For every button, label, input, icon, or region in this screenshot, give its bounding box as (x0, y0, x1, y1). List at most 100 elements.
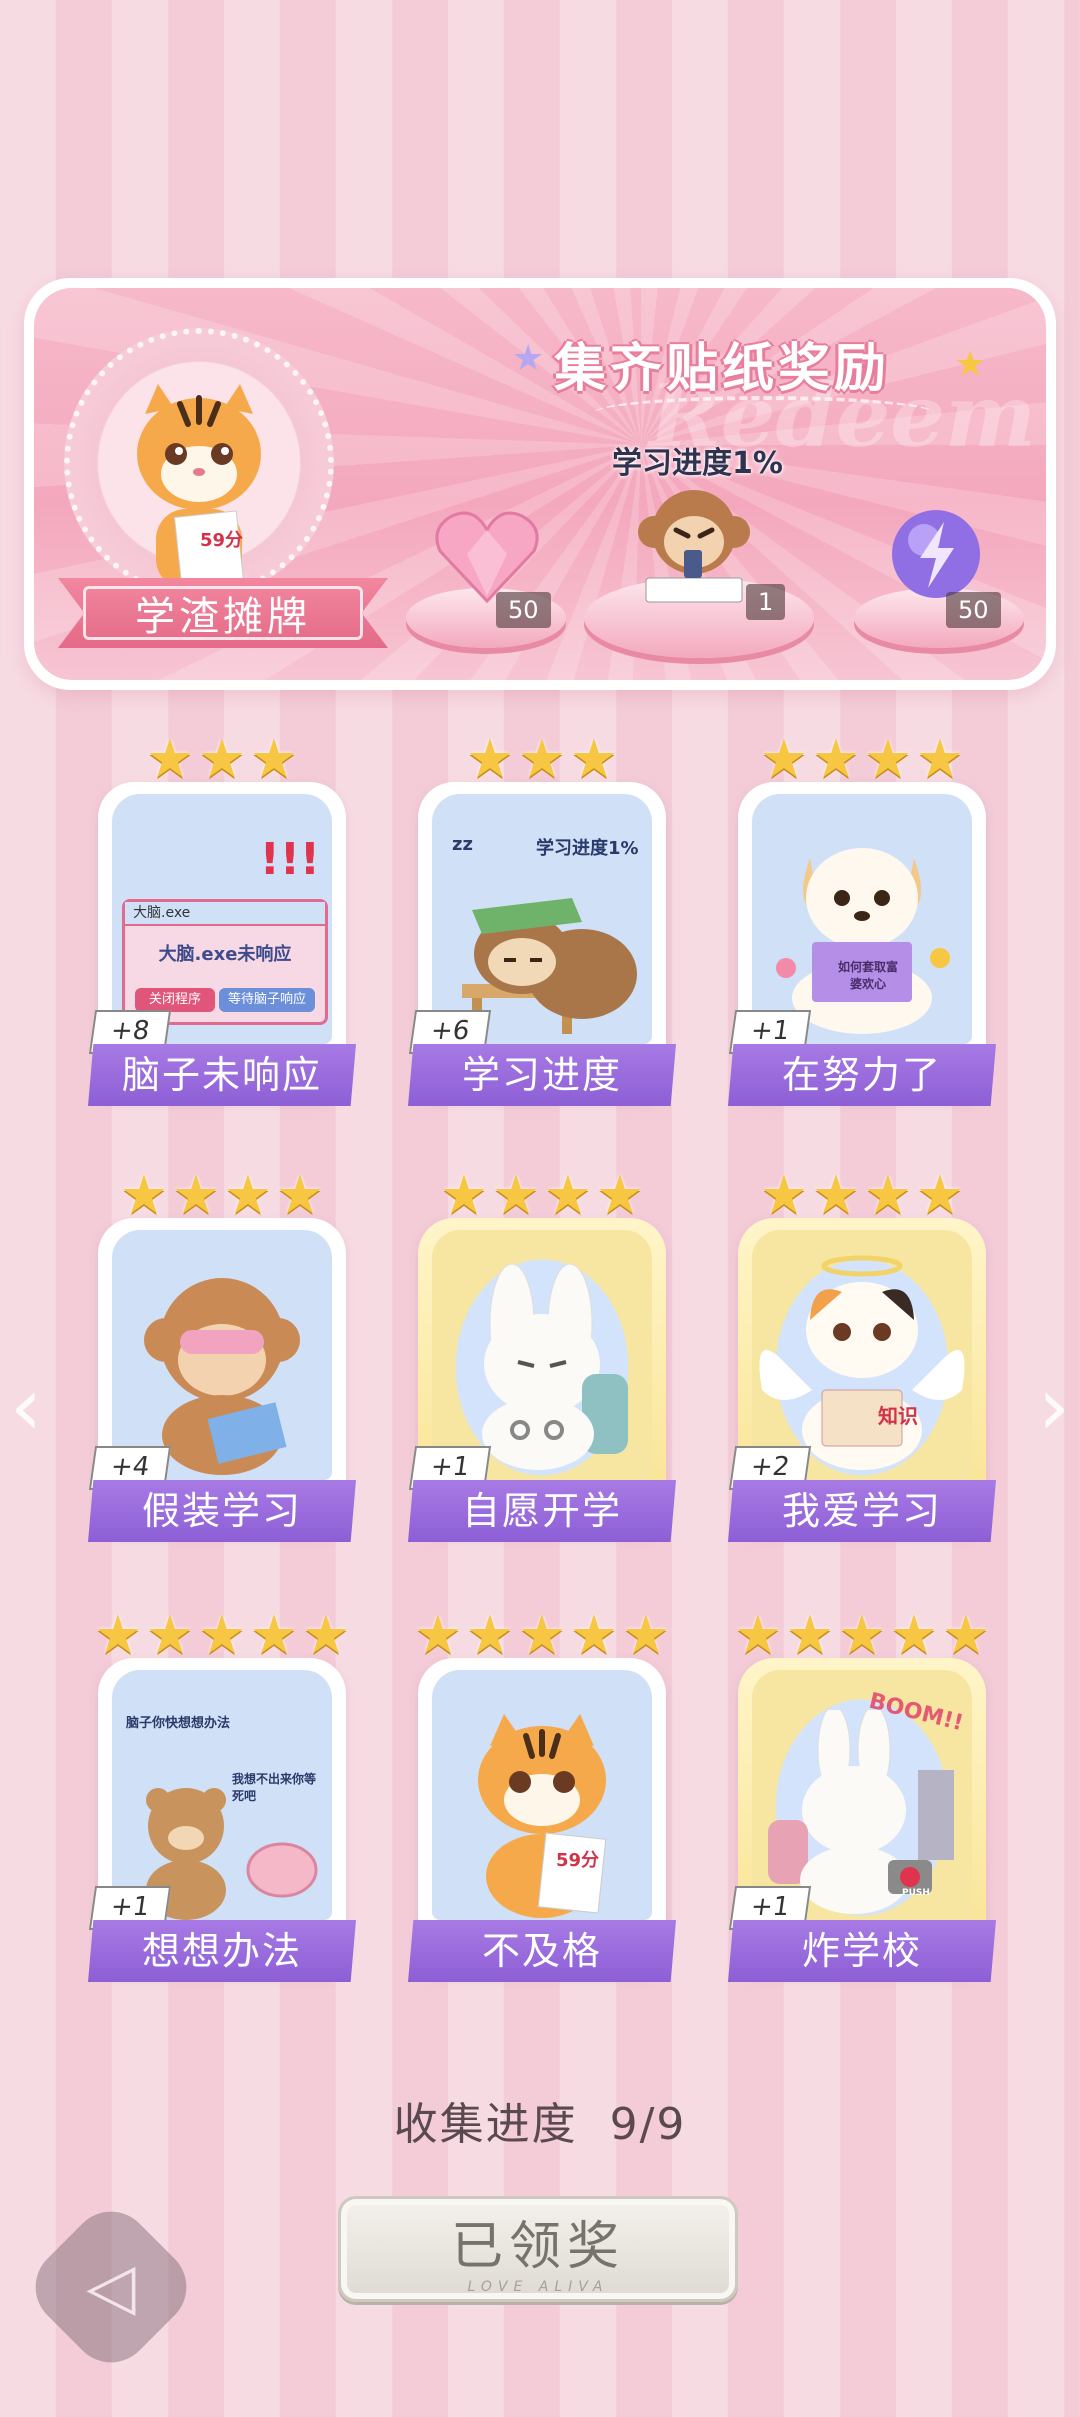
sticker-art (432, 1230, 652, 1480)
angel-cat-icon (759, 1255, 965, 1470)
star-icon: ★ (759, 727, 809, 790)
sticker-card[interactable]: 知识 +2 我爱学习 ★ ★ ★ ★ (728, 1168, 996, 1542)
sticker-card[interactable]: 学习进度1% zz +6 学习进度 ★ ★ ★ (408, 732, 676, 1106)
sticker-art (112, 1230, 332, 1480)
star-icon: ★ (93, 1603, 143, 1666)
star-icon: ★ (621, 1603, 671, 1666)
star-icon: ★ (439, 1163, 489, 1226)
avatar[interactable]: 59分 (64, 328, 334, 598)
star-icon: ★ (145, 1603, 195, 1666)
star-icon: ★ (223, 1163, 273, 1226)
back-button[interactable]: ◁ (19, 2195, 203, 2379)
sticker-card[interactable]: BOOM!! PUSH +1 炸学校 ★ ★ ★ ★ ★ (728, 1608, 996, 1982)
sticker-art: 如何套取富婆欢心 (752, 794, 972, 1044)
sticker-art: !!! 大脑.exe 大脑.exe未响应 关闭程序 等待脑子响应 (112, 794, 332, 1044)
star-icon: ★ (249, 1603, 299, 1666)
reward-banner-panel: Redeem ★ ★ 集齐贴纸奖励 59分 学渣摊牌 50 学习进度1% 1 5… (34, 288, 1046, 680)
gold-star-icon: ★ (954, 344, 987, 385)
sticker-caption: 学习进度1% (536, 838, 639, 859)
star-icon: ★ (863, 1163, 913, 1226)
sticker-frame: 知识 +2 我爱学习 (728, 1218, 996, 1542)
star-rating: ★ ★ ★ ★ ★ (92, 1603, 352, 1670)
star-icon: ★ (837, 1603, 887, 1666)
star-icon: ★ (491, 1163, 541, 1226)
star-icon: ★ (465, 727, 515, 790)
banner-title: 集齐贴纸奖励 (554, 339, 891, 399)
lightning-orb-icon (892, 510, 980, 598)
star-icon: ★ (171, 1163, 221, 1226)
avatar-name-label: 学渣摊牌 (83, 586, 363, 640)
star-icon: ★ (275, 1163, 325, 1226)
sticker-art: 脑子你快想想办法 我想不出来你等死吧 (112, 1670, 332, 1920)
prev-page-arrow-icon[interactable]: ‹ (10, 1360, 42, 1453)
star-icon: ★ (811, 727, 861, 790)
star-icon: ★ (543, 1163, 593, 1226)
reward-banner: Redeem ★ ★ 集齐贴纸奖励 59分 学渣摊牌 50 学习进度1% 1 5… (24, 278, 1056, 690)
reward-count: 50 (946, 592, 1001, 628)
avatar-name-ribbon: 学渣摊牌 (58, 578, 388, 648)
sticker-art: 学习进度1% zz (432, 794, 652, 1044)
star-icon: ★ (517, 727, 567, 790)
claimed-button[interactable]: 已领奖 LOVE ALIVA (338, 2196, 738, 2302)
star-icon: ★ (145, 727, 195, 790)
sticker-card[interactable]: 如何套取富婆欢心 +1 在努力了 ★ ★ ★ ★ (728, 732, 996, 1106)
tiger-avatar-icon: 59分 (137, 384, 261, 589)
star-rating: ★ ★ ★ (412, 727, 672, 794)
sticker-name: 自愿开学 (408, 1480, 676, 1542)
star-icon: ★ (915, 1163, 965, 1226)
sloth-icon (462, 898, 637, 1034)
reward-count: 50 (496, 592, 551, 628)
back-arrow-icon: ◁ (86, 2250, 136, 2324)
star-icon: ★ (301, 1603, 351, 1666)
star-rating: ★ ★ ★ ★ (92, 1163, 352, 1230)
sticker-name: 不及格 (408, 1920, 676, 1982)
collection-progress-label: 收集进度 (393, 2099, 578, 2150)
star-icon: ★ (733, 1603, 783, 1666)
star-icon: ★ (759, 1163, 809, 1226)
sticker-art: 知识 (752, 1230, 972, 1480)
sticker-art: 59分 (432, 1670, 652, 1920)
decorative-dash-line (594, 396, 934, 430)
sticker-card[interactable]: +4 假装学习 ★ ★ ★ ★ (88, 1168, 356, 1542)
sticker-name: 学习进度 (408, 1044, 676, 1106)
claimed-button-subtext: LOVE ALIVA (467, 2278, 609, 2295)
study-progress-label: 学习进度1% (612, 446, 783, 481)
star-icon: ★ (915, 727, 965, 790)
sticker-frame: +4 假装学习 (88, 1218, 356, 1542)
sticker-card[interactable]: 脑子你快想想办法 我想不出来你等死吧 +1 想想办法 ★ ★ ★ ★ ★ (88, 1608, 356, 1982)
star-rating: ★ ★ ★ ★ (412, 1163, 672, 1230)
star-icon: ★ (595, 1163, 645, 1226)
sticker-frame: 59分 不及格 (408, 1658, 676, 1982)
sticker-frame: !!! 大脑.exe 大脑.exe未响应 关闭程序 等待脑子响应 +8 脑子未响… (88, 782, 356, 1106)
sticker-card[interactable]: !!! 大脑.exe 大脑.exe未响应 关闭程序 等待脑子响应 +8 脑子未响… (88, 732, 356, 1106)
claimed-button-label: 已领奖 (450, 2216, 625, 2277)
wait-button: 等待脑子响应 (219, 988, 315, 1012)
book-title: 知识 (878, 1404, 918, 1428)
sticker-frame: +1 自愿开学 (408, 1218, 676, 1542)
heart-gem-icon (435, 511, 539, 604)
star-icon: ★ (569, 727, 619, 790)
star-icon: ★ (811, 1163, 861, 1226)
sticker-frame: BOOM!! PUSH +1 炸学校 (728, 1658, 996, 1982)
reward-count: 1 (746, 584, 786, 620)
sticker-name: 在努力了 (728, 1044, 996, 1106)
next-page-arrow-icon[interactable]: › (1038, 1360, 1070, 1453)
sticker-name: 我爱学习 (728, 1480, 996, 1542)
star-icon: ★ (889, 1603, 939, 1666)
collection-progress-value: 9/9 (609, 2099, 687, 2150)
star-icon: ★ (941, 1603, 991, 1666)
purple-star-icon: ★ (512, 338, 545, 379)
star-icon: ★ (119, 1163, 169, 1226)
star-icon: ★ (863, 727, 913, 790)
push-button-label: PUSH (902, 1888, 930, 1898)
star-icon: ★ (249, 727, 299, 790)
sticker-art: BOOM!! PUSH (752, 1670, 972, 1920)
sleep-zz: zz (452, 834, 473, 855)
star-icon: ★ (569, 1603, 619, 1666)
star-rating: ★ ★ ★ ★ ★ (412, 1603, 672, 1670)
error-window-title: 大脑.exe (125, 902, 325, 926)
star-icon: ★ (785, 1603, 835, 1666)
sticker-card[interactable]: 59分 不及格 ★ ★ ★ ★ ★ (408, 1608, 676, 1982)
sticker-card[interactable]: +1 自愿开学 ★ ★ ★ ★ (408, 1168, 676, 1542)
star-rating: ★ ★ ★ ★ ★ (732, 1603, 992, 1670)
